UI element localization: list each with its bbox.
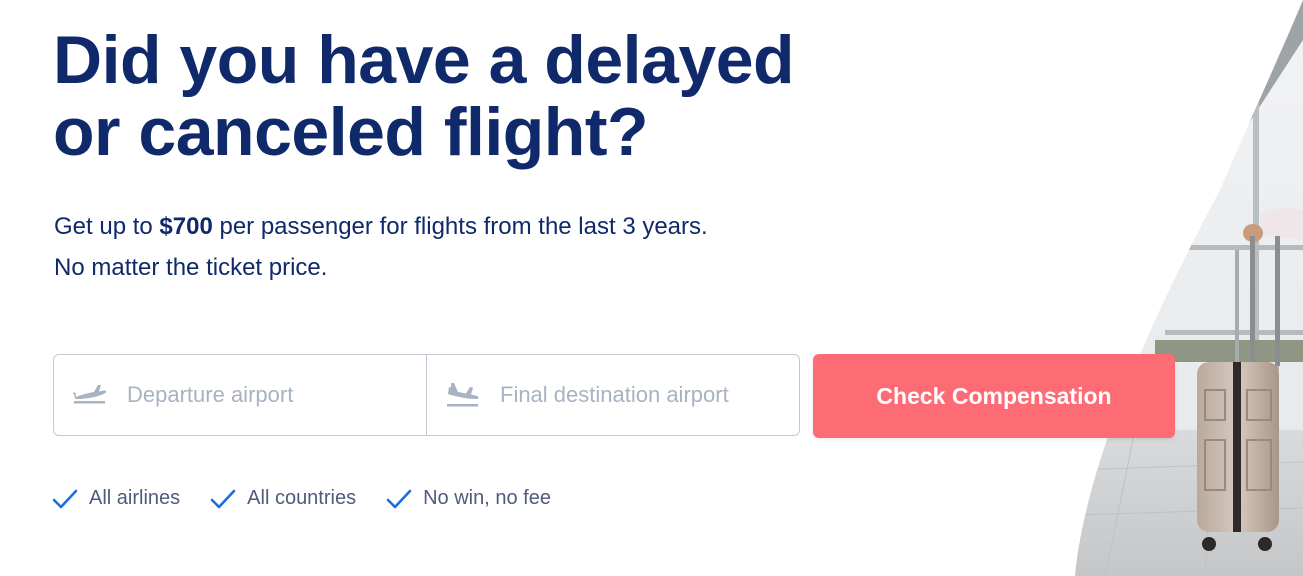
plane-landing-icon bbox=[447, 383, 479, 407]
page-title-line-2: or canceled flight? bbox=[53, 94, 649, 170]
destination-airport-field[interactable] bbox=[426, 355, 799, 435]
checkmark-icon bbox=[52, 489, 78, 508]
hero-subtitle: Get up to $700 per passenger for flights… bbox=[54, 206, 954, 288]
destination-airport-input[interactable] bbox=[500, 382, 760, 408]
departure-airport-input[interactable] bbox=[127, 382, 387, 408]
traveler-suitcase-photo bbox=[1075, 0, 1303, 576]
benefits-list: All airlines All countries No win, no fe… bbox=[52, 487, 581, 510]
subtitle-prefix: Get up to bbox=[54, 213, 160, 240]
departure-airport-field[interactable] bbox=[54, 355, 426, 435]
benefit-label: All airlines bbox=[89, 487, 181, 509]
page-title: Did you have a delayed or canceled fligh… bbox=[53, 24, 853, 168]
benefit-item: All airlines bbox=[52, 487, 180, 510]
plane-takeoff-icon bbox=[73, 385, 107, 404]
benefit-item: No win, no fee bbox=[386, 487, 551, 510]
hero-section: Did you have a delayed or canceled fligh… bbox=[0, 0, 1303, 576]
checkmark-icon bbox=[386, 489, 412, 508]
airport-search-form bbox=[53, 354, 800, 436]
benefit-item: All countries bbox=[210, 487, 356, 510]
subtitle-suffix: per passenger for flights from the last … bbox=[212, 213, 708, 240]
check-compensation-button[interactable]: Check Compensation bbox=[813, 354, 1175, 438]
checkmark-icon bbox=[210, 489, 236, 508]
benefit-label: All countries bbox=[247, 487, 357, 509]
benefit-label: No win, no fee bbox=[423, 487, 551, 509]
compensation-amount: $700 bbox=[159, 213, 213, 240]
hero-subtitle-line-1: Get up to $700 per passenger for flights… bbox=[54, 206, 954, 247]
page-title-line-1: Did you have a delayed bbox=[53, 22, 795, 98]
hero-subtitle-line-2: No matter the ticket price. bbox=[54, 254, 328, 281]
